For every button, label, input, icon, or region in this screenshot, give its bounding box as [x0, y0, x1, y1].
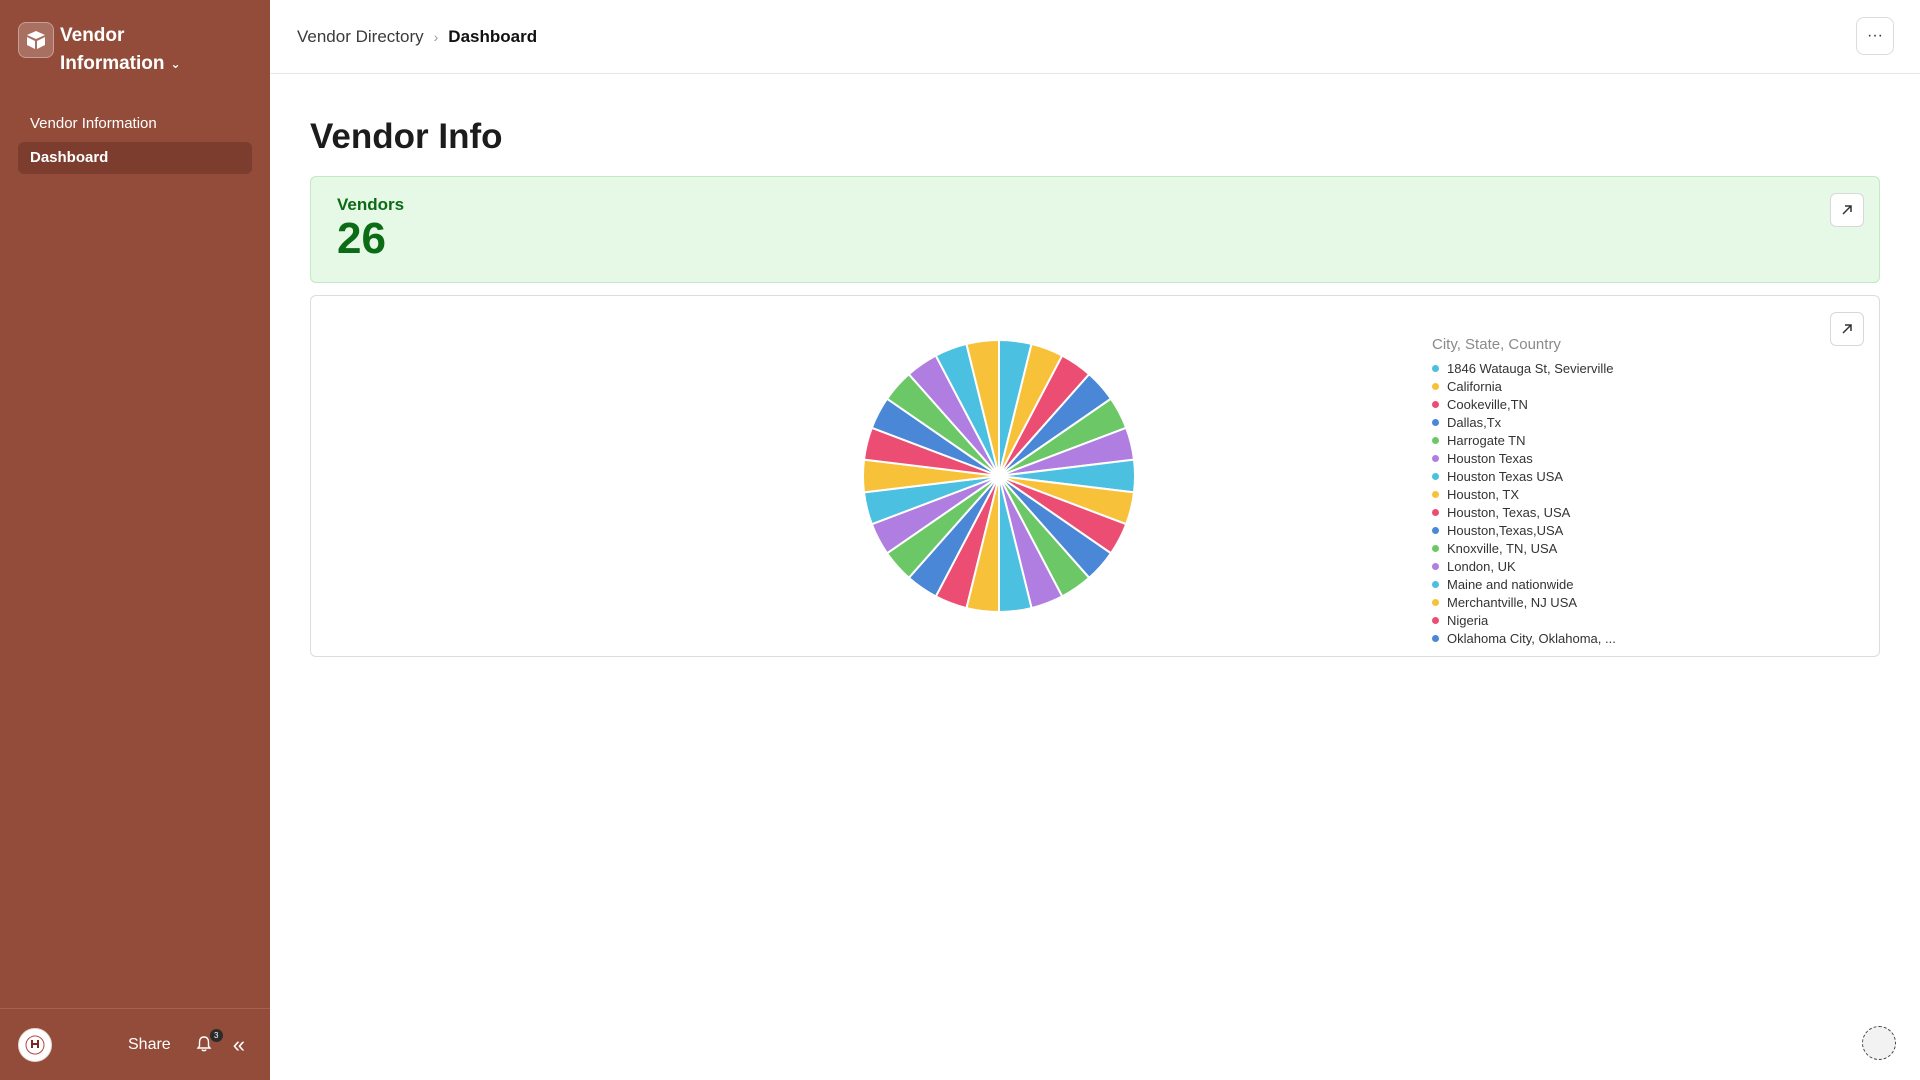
- workspace-title: Vendor Information ⌄: [60, 22, 181, 78]
- legend-label: Dallas,Tx: [1447, 414, 1502, 430]
- collapse-sidebar-icon[interactable]: «: [233, 1033, 245, 1055]
- legend-item[interactable]: Houston Texas: [1432, 449, 1632, 467]
- legend-title: City, State, Country: [1432, 336, 1561, 353]
- legend-color-dot: [1432, 562, 1439, 570]
- breadcrumb: Vendor Directory › Dashboard: [297, 27, 537, 47]
- notification-count-badge: 3: [209, 1028, 223, 1042]
- legend-label: London, UK: [1447, 558, 1516, 574]
- metric-label: Vendors: [337, 195, 405, 214]
- arrow-up-right-icon: [1842, 205, 1852, 215]
- legend-item[interactable]: Dallas,Tx: [1432, 413, 1632, 431]
- share-button[interactable]: Share: [128, 1036, 171, 1054]
- legend-color-dot: [1432, 634, 1439, 642]
- legend-label: Nigeria: [1447, 612, 1489, 628]
- pie-chart-svg: [862, 338, 1136, 614]
- dashboard-content: Vendor Info Vendors 26 City, State, Coun…: [270, 115, 1920, 657]
- legend-item[interactable]: Houston Texas USA: [1432, 467, 1632, 485]
- legend-label: Cookeville,TN: [1447, 396, 1528, 412]
- legend-color-dot: [1432, 418, 1439, 426]
- legend-color-dot: [1432, 472, 1439, 480]
- more-icon: ···: [1867, 27, 1883, 44]
- chart-legend: City, State, Country 1846 Watauga St, Se…: [1432, 336, 1632, 647]
- legend-color-dot: [1432, 526, 1439, 534]
- legend-label: Oklahoma City, Oklahoma, ...: [1447, 630, 1616, 646]
- legend-label: Houston, TX: [1447, 486, 1520, 502]
- sidebar-footer: Share 3 «: [0, 1008, 270, 1080]
- legend-item[interactable]: 1846 Watauga St, Sevierville: [1432, 359, 1632, 377]
- sidebar: Vendor Information ⌄ Vendor Information D…: [0, 0, 270, 1080]
- pie-chart: [861, 338, 1137, 614]
- breadcrumb-dashboard: Dashboard: [448, 26, 538, 46]
- legend-item[interactable]: Oklahoma City, Oklahoma, ...: [1432, 629, 1632, 647]
- legend-color-dot: [1432, 454, 1439, 462]
- legend-item[interactable]: Houston, TX: [1432, 485, 1632, 503]
- top-bar: Vendor Directory › Dashboard ···: [270, 0, 1920, 74]
- legend-item[interactable]: Houston,Texas,USA: [1432, 521, 1632, 539]
- legend-item[interactable]: Harrogate TN: [1432, 431, 1632, 449]
- legend-label: Houston, Texas, USA: [1447, 504, 1571, 520]
- legend-item[interactable]: Knoxville, TN, USA: [1432, 539, 1632, 557]
- legend-label: Harrogate TN: [1447, 432, 1526, 448]
- arrow-up-right-icon: [1842, 324, 1852, 334]
- legend-label: Houston,Texas,USA: [1447, 522, 1564, 538]
- legend-label: Houston Texas: [1447, 450, 1533, 466]
- legend-item[interactable]: California: [1432, 377, 1632, 395]
- legend-color-dot: [1432, 544, 1439, 552]
- legend-label: 1846 Watauga St, Sevierville: [1447, 360, 1614, 376]
- metric-value: 26: [337, 214, 386, 263]
- legend-color-dot: [1432, 580, 1439, 588]
- sidebar-nav: Vendor Information Dashboard: [0, 108, 270, 175]
- legend-list: 1846 Watauga St, Sevierville California Co…: [1432, 359, 1632, 647]
- legend-color-dot: [1432, 616, 1439, 624]
- legend-color-dot: [1432, 364, 1439, 372]
- location-pie-chart-card: City, State, Country 1846 Watauga St, Se…: [310, 295, 1880, 657]
- workspace-switcher[interactable]: Vendor Information ⌄: [0, 0, 270, 78]
- expand-chart-button[interactable]: [1830, 312, 1864, 346]
- legend-color-dot: [1432, 400, 1439, 408]
- legend-item[interactable]: London, UK: [1432, 557, 1632, 575]
- sidebar-item-vendor-information[interactable]: Vendor Information: [18, 108, 252, 140]
- loading-spinner-icon: [1862, 1026, 1896, 1060]
- legend-label: Maine and nationwide: [1447, 576, 1574, 592]
- legend-color-dot: [1432, 598, 1439, 606]
- main-area: Vendor Directory › Dashboard ··· Vendor …: [270, 0, 1920, 1080]
- workspace-title-line2: Information: [60, 53, 165, 75]
- legend-label: Knoxville, TN, USA: [1447, 540, 1558, 556]
- chevron-right-icon: ›: [433, 28, 439, 45]
- legend-item[interactable]: Nigeria: [1432, 611, 1632, 629]
- legend-item[interactable]: Merchantville, NJ USA: [1432, 593, 1632, 611]
- legend-item[interactable]: Maine and nationwide: [1432, 575, 1632, 593]
- notifications-button[interactable]: 3: [195, 1028, 223, 1055]
- expand-metric-button[interactable]: [1830, 193, 1864, 227]
- workspace-title-line1: Vendor: [60, 25, 125, 46]
- legend-color-dot: [1432, 490, 1439, 498]
- legend-item[interactable]: Houston, Texas, USA: [1432, 503, 1632, 521]
- legend-label: Merchantville, NJ USA: [1447, 594, 1578, 610]
- more-options-button[interactable]: ···: [1856, 17, 1894, 55]
- legend-color-dot: [1432, 508, 1439, 516]
- app-logo-icon: [18, 22, 54, 58]
- legend-color-dot: [1432, 382, 1439, 390]
- avatar[interactable]: [18, 1027, 52, 1062]
- page-title: Vendor Info: [310, 117, 503, 156]
- breadcrumb-vendor-directory[interactable]: Vendor Directory: [297, 27, 424, 47]
- vendors-metric-card: Vendors 26: [310, 176, 1880, 283]
- legend-label: Houston Texas USA: [1447, 468, 1564, 484]
- legend-item[interactable]: Cookeville,TN: [1432, 395, 1632, 413]
- sidebar-item-dashboard[interactable]: Dashboard: [18, 142, 252, 175]
- chevron-down-icon: ⌄: [170, 57, 181, 71]
- legend-label: California: [1447, 378, 1502, 394]
- legend-color-dot: [1432, 436, 1439, 444]
